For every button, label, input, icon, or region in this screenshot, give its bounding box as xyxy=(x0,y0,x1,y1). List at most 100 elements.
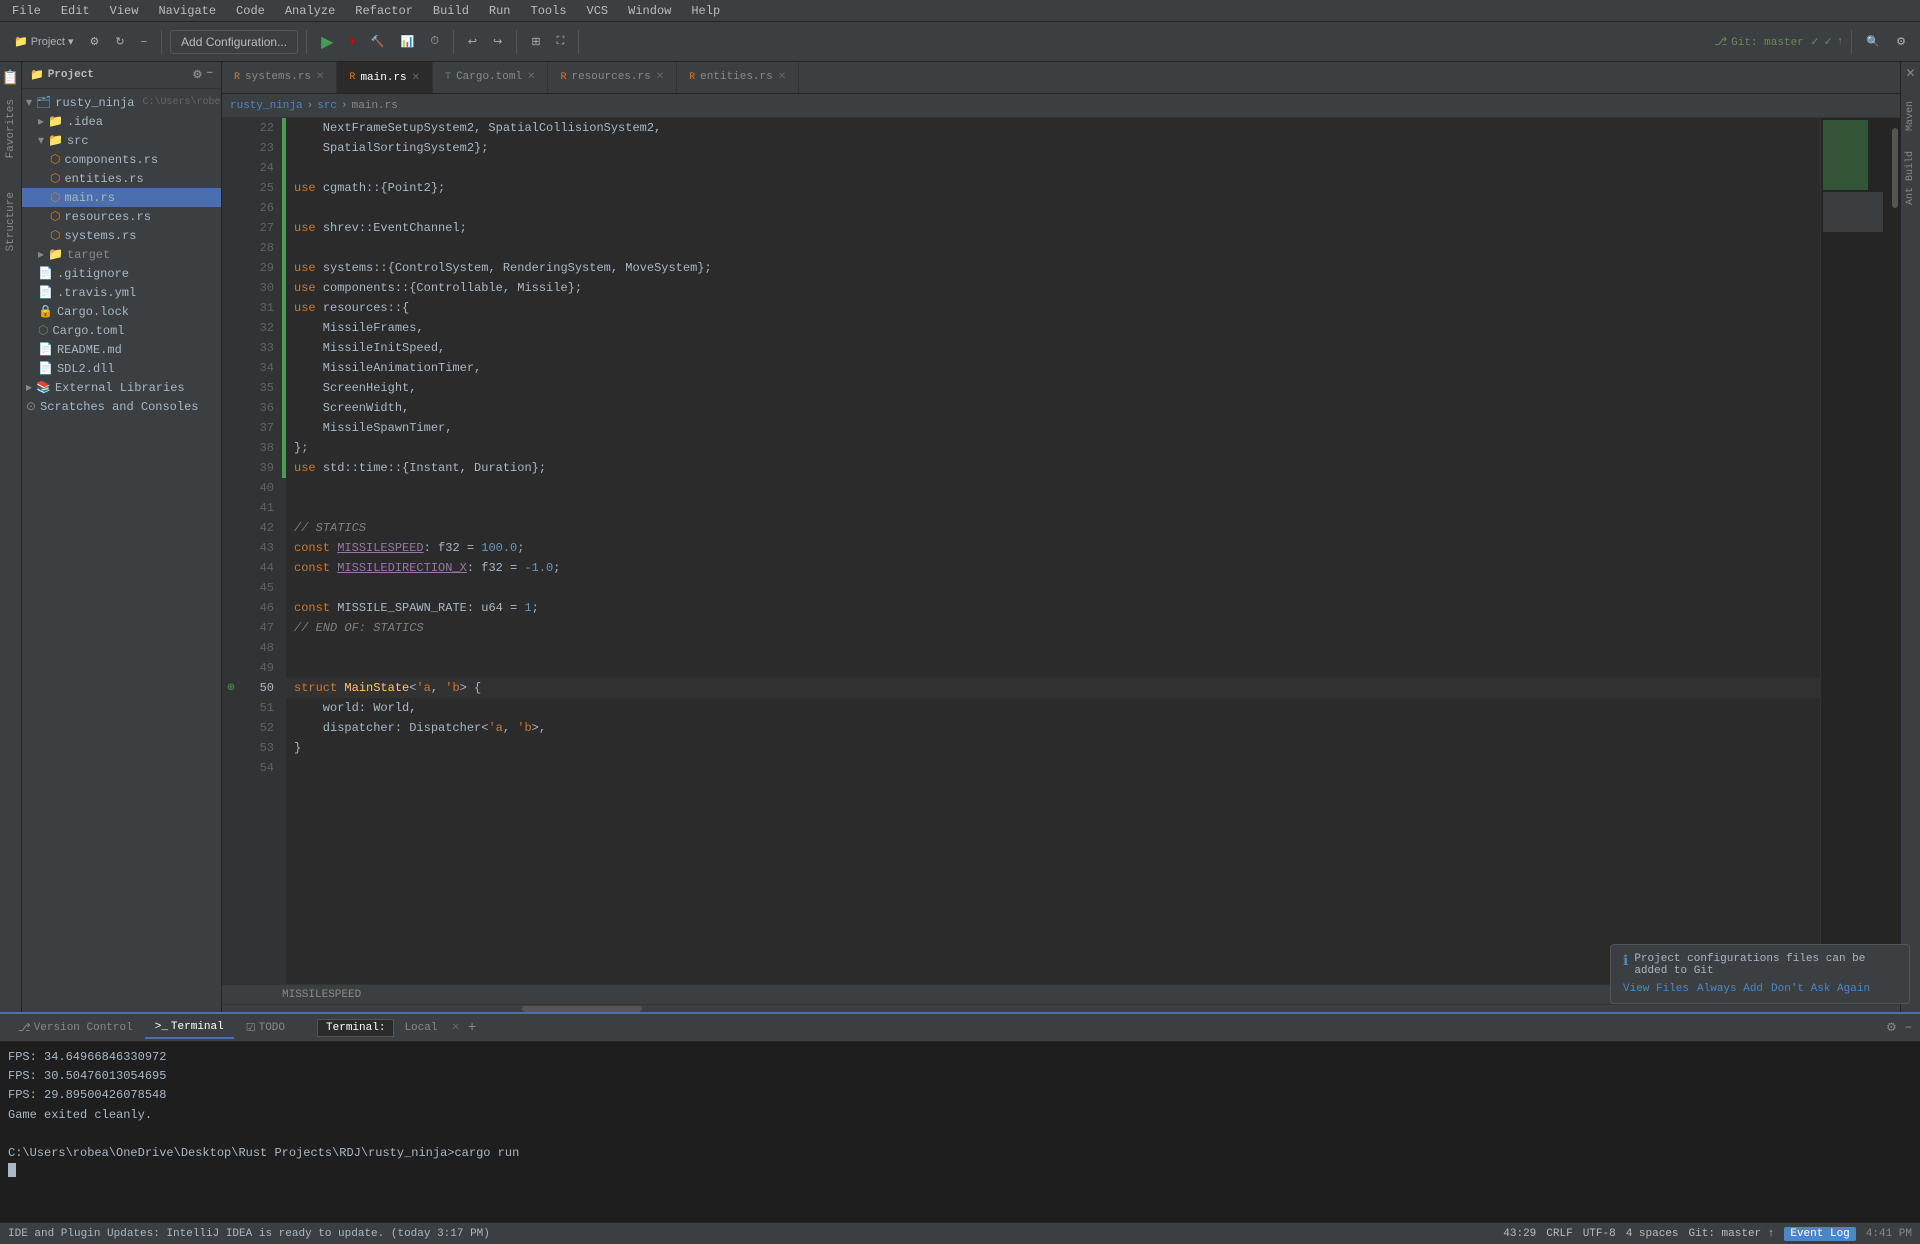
git-icon: ⎇ xyxy=(1714,35,1727,49)
menu-vcs[interactable]: VCS xyxy=(583,2,613,20)
sidebar-item-entities-rs[interactable]: ⬡ entities.rs xyxy=(22,169,221,188)
terminal-tab-close[interactable]: ✕ xyxy=(451,1022,459,1034)
stop-btn[interactable]: ⏹ xyxy=(343,31,361,52)
rs-icon: R xyxy=(560,72,566,83)
target-folder-icon: 📁 xyxy=(48,247,63,262)
ant-tab[interactable]: Ant Build xyxy=(1905,151,1916,205)
gutter-40 xyxy=(222,478,240,498)
build-btn[interactable]: 🔨 xyxy=(365,31,391,52)
git-status[interactable]: ⎇ Git: master ✓ ✓ ↑ xyxy=(1714,35,1843,49)
chevron-down-icon: ▾ xyxy=(68,35,74,48)
coverage-btn[interactable]: 📊 xyxy=(395,31,421,52)
sidebar-item-cargo-toml[interactable]: ⬡ Cargo.toml xyxy=(22,321,221,340)
event-log-button[interactable]: Event Log xyxy=(1784,1227,1855,1241)
notification-dont-ask[interactable]: Don't Ask Again xyxy=(1771,983,1870,995)
settings-btn[interactable]: ⚙ xyxy=(83,31,105,52)
sidebar-item-scratches-consoles[interactable]: ⊙ Scratches and Consoles xyxy=(22,397,221,416)
cursor-position[interactable]: 43:29 xyxy=(1503,1228,1536,1240)
sidebar-item-gitignore[interactable]: 📄 .gitignore xyxy=(22,264,221,283)
settings-gear-btn[interactable]: ⚙ xyxy=(1890,31,1912,52)
profile-btn[interactable]: ⏱ xyxy=(424,31,445,52)
sidebar-item-idea[interactable]: ▸ 📁 .idea xyxy=(22,112,221,131)
terminal-tab-local[interactable]: Local xyxy=(396,1020,445,1036)
code-line-48 xyxy=(286,638,1820,658)
sidebar-item-components-rs[interactable]: ⬡ components.rs xyxy=(22,150,221,169)
run-button[interactable]: ▶ xyxy=(315,28,339,56)
clock: 4:41 PM xyxy=(1866,1228,1912,1240)
settings-icon[interactable]: ⚙ xyxy=(1886,1020,1897,1035)
menu-build[interactable]: Build xyxy=(429,2,473,20)
code-content[interactable]: NextFrameSetupSystem2, SpatialCollisionS… xyxy=(286,118,1820,984)
tab-entities-rs[interactable]: R entities.rs ✕ xyxy=(677,62,799,93)
undo-btn[interactable]: ↩ xyxy=(462,31,483,52)
notification-view-files[interactable]: View Files xyxy=(1623,983,1689,995)
menu-window[interactable]: Window xyxy=(624,2,675,20)
minimize-panel-icon[interactable]: − xyxy=(1905,1021,1912,1035)
menu-bar: File Edit View Navigate Code Analyze Ref… xyxy=(0,0,1920,22)
notification-always-add[interactable]: Always Add xyxy=(1697,983,1763,995)
sidebar-item-resources-rs[interactable]: ⬡ resources.rs xyxy=(22,207,221,226)
scrollbar-thumb[interactable] xyxy=(1892,128,1898,208)
menu-code[interactable]: Code xyxy=(232,2,269,20)
menu-help[interactable]: Help xyxy=(687,2,724,20)
sidebar-item-cargo-lock[interactable]: 🔒 Cargo.lock xyxy=(22,302,221,321)
sidebar-item-external-libraries[interactable]: ▸ 📚 External Libraries xyxy=(22,378,221,397)
close-panel-icon[interactable]: ✕ xyxy=(1905,66,1915,81)
add-configuration-button[interactable]: Add Configuration... xyxy=(170,30,298,54)
menu-file[interactable]: File xyxy=(8,2,45,20)
menu-refactor[interactable]: Refactor xyxy=(351,2,417,20)
scroll-thumb-h[interactable] xyxy=(522,1006,642,1012)
project-icon[interactable]: 📋 xyxy=(2,62,19,95)
bottom-tab-todo[interactable]: ☑ TODO xyxy=(236,1017,295,1039)
menu-view[interactable]: View xyxy=(106,2,143,20)
redo-btn[interactable]: ↪ xyxy=(487,31,508,52)
layout-btn[interactable]: ⊞ xyxy=(525,31,546,52)
tab-close-main[interactable]: ✕ xyxy=(412,72,420,84)
sidebar-item-systems-rs[interactable]: ⬡ systems.rs xyxy=(22,226,221,245)
tab-cargo-toml[interactable]: T Cargo.toml ✕ xyxy=(433,62,548,93)
tab-close-resources[interactable]: ✕ xyxy=(656,71,664,83)
maximize-editor-btn[interactable]: ⛶ xyxy=(551,31,571,52)
menu-tools[interactable]: Tools xyxy=(527,2,571,20)
menu-edit[interactable]: Edit xyxy=(57,2,94,20)
tab-systems-rs[interactable]: R systems.rs ✕ xyxy=(222,62,337,93)
sidebar-minimize-icon[interactable]: − xyxy=(206,68,213,82)
sync-btn[interactable]: ↻ xyxy=(109,31,130,52)
minimize-btn[interactable]: − xyxy=(135,32,153,52)
sidebar-item-main-rs[interactable]: ⬡ main.rs xyxy=(22,188,221,207)
tab-resources-rs[interactable]: R resources.rs ✕ xyxy=(548,62,677,93)
new-terminal-btn[interactable]: + xyxy=(462,1020,482,1036)
file-encoding[interactable]: UTF-8 xyxy=(1583,1228,1616,1240)
gutter-27 xyxy=(222,218,240,238)
sidebar-item-rusty-ninja[interactable]: ▾ 🗂 rusty_ninja C:\Users\robea\OneDri... xyxy=(22,93,221,112)
menu-navigate[interactable]: Navigate xyxy=(154,2,220,20)
terminal-content[interactable]: FPS: 34.64966846330972 FPS: 30.504760130… xyxy=(0,1042,1920,1222)
horizontal-scrollbar[interactable] xyxy=(222,1004,1900,1012)
line-separator[interactable]: CRLF xyxy=(1546,1228,1572,1240)
status-message[interactable]: IDE and Plugin Updates: IntelliJ IDEA is… xyxy=(8,1228,490,1240)
sidebar-item-sdl2-dll[interactable]: 📄 SDL2.dll xyxy=(22,359,221,378)
sidebar-item-readme-md[interactable]: 📄 README.md xyxy=(22,340,221,359)
sidebar-item-travis-yml[interactable]: 📄 .travis.yml xyxy=(22,283,221,302)
fold-icon[interactable]: ⊕ xyxy=(227,682,235,694)
menu-run[interactable]: Run xyxy=(485,2,515,20)
indent-settings[interactable]: 4 spaces xyxy=(1626,1228,1679,1240)
tab-main-rs[interactable]: R main.rs ✕ xyxy=(337,62,433,93)
git-status-bar[interactable]: Git: master ↑ xyxy=(1689,1228,1775,1240)
favorites-icon[interactable]: Favorites xyxy=(5,95,17,188)
maven-tab[interactable]: Maven xyxy=(1905,101,1916,131)
menu-analyze[interactable]: Analyze xyxy=(281,2,339,20)
project-dropdown[interactable]: 📁 Project ▾ xyxy=(8,31,79,52)
tab-close-cargo[interactable]: ✕ xyxy=(527,71,535,83)
tab-close-systems[interactable]: ✕ xyxy=(316,71,324,83)
todo-icon: ☑ xyxy=(246,1021,256,1035)
sidebar-settings-icon[interactable]: ⚙ xyxy=(193,68,203,82)
structure-icon[interactable]: Structure xyxy=(5,188,17,281)
bottom-tab-terminal[interactable]: >_ Terminal xyxy=(145,1017,234,1039)
arrow-right-icon: ▸ xyxy=(38,247,44,262)
tab-close-entities[interactable]: ✕ xyxy=(778,71,786,83)
sidebar-item-target[interactable]: ▸ 📁 target xyxy=(22,245,221,264)
bottom-tab-vcs[interactable]: ⎇ Version Control xyxy=(8,1017,143,1039)
sidebar-item-src[interactable]: ▾ 📁 src xyxy=(22,131,221,150)
search-everywhere-btn[interactable]: 🔍 xyxy=(1860,31,1886,52)
